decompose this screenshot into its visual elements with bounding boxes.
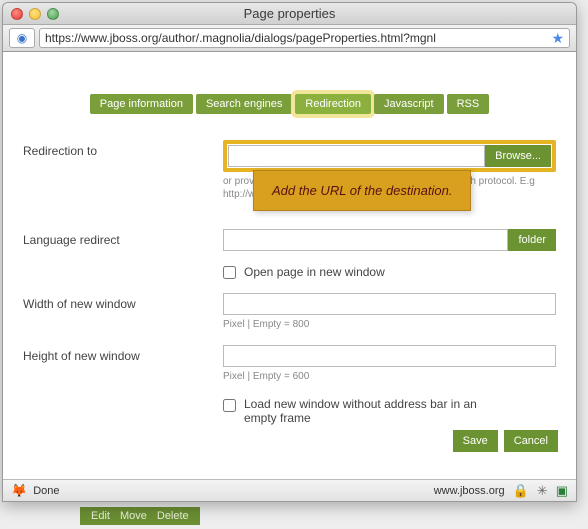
cancel-button[interactable]: Cancel <box>504 430 558 452</box>
folder-button[interactable]: folder <box>508 229 556 251</box>
window-title: Page properties <box>3 6 576 21</box>
titlebar: Page properties <box>3 3 576 25</box>
dialog-window: Page properties ◉ https://www.jboss.org/… <box>2 2 577 502</box>
url-text: https://www.jboss.org/author/.magnolia/d… <box>45 31 547 45</box>
row-no-addressbar: Load new window without address bar in a… <box>23 397 556 425</box>
height-hint: Pixel | Empty = 600 <box>223 370 556 383</box>
tab-redirection[interactable]: Redirection <box>295 94 371 114</box>
background-editor-toolbar: Edit Move Delete <box>80 507 200 525</box>
label-redirection-to: Redirection to <box>23 140 223 158</box>
row-height: Height of new window Pixel | Empty = 600 <box>23 345 556 383</box>
no-addressbar-checkbox[interactable] <box>223 399 236 412</box>
bookmark-star-icon[interactable]: ★ <box>551 30 564 47</box>
row-width: Width of new window Pixel | Empty = 800 <box>23 293 556 331</box>
row-redirection-to: Redirection to Browse... or provide exte… <box>23 140 556 201</box>
language-redirect-input[interactable] <box>223 229 508 251</box>
open-new-window-checkbox[interactable] <box>223 266 236 279</box>
width-input[interactable] <box>223 293 556 315</box>
open-new-window-label: Open page in new window <box>244 265 385 279</box>
no-addressbar-label: Load new window without address bar in a… <box>244 397 504 425</box>
dialog-actions: Save Cancel <box>453 430 558 452</box>
status-domain: www.jboss.org <box>434 485 505 497</box>
url-field[interactable]: https://www.jboss.org/author/.magnolia/d… <box>39 28 570 48</box>
row-language-redirect: Language redirect folder <box>23 229 556 251</box>
row-open-new-window: Open page in new window <box>23 265 556 279</box>
tab-search-engines[interactable]: Search engines <box>196 94 292 114</box>
favicon-box[interactable]: ◉ <box>9 28 35 48</box>
statusbar: 🦊 Done www.jboss.org 🔒 ✳ ▣ <box>3 479 576 501</box>
annotation-callout: Add the URL of the destination. <box>253 170 471 211</box>
tab-strip: Page information Search engines Redirect… <box>3 94 576 114</box>
tab-rss[interactable]: RSS <box>447 94 490 114</box>
bg-delete-button[interactable]: Delete <box>154 510 192 522</box>
lock-icon: 🔒 <box>513 483 529 499</box>
redirection-input[interactable] <box>228 145 485 167</box>
annotation-text: Add the URL of the destination. <box>272 183 452 198</box>
globe-icon: ◉ <box>17 31 27 45</box>
address-bar: ◉ https://www.jboss.org/author/.magnolia… <box>3 25 576 52</box>
firefox-icon: 🦊 <box>11 483 27 499</box>
height-input[interactable] <box>223 345 556 367</box>
dialog-content: Page information Search engines Redirect… <box>3 52 576 482</box>
highlight-redirection-field: Browse... <box>223 140 556 172</box>
tab-page-information[interactable]: Page information <box>90 94 193 114</box>
bg-edit-button[interactable]: Edit <box>88 510 113 522</box>
status-text: Done <box>33 485 59 497</box>
form-area: Redirection to Browse... or provide exte… <box>3 140 576 425</box>
label-width: Width of new window <box>23 293 223 311</box>
bg-move-button[interactable]: Move <box>117 510 150 522</box>
browse-button[interactable]: Browse... <box>485 145 551 167</box>
save-button[interactable]: Save <box>453 430 498 452</box>
tab-javascript[interactable]: Javascript <box>374 94 444 114</box>
extension-icon-1[interactable]: ✳ <box>537 483 548 499</box>
label-language-redirect: Language redirect <box>23 229 223 247</box>
width-hint: Pixel | Empty = 800 <box>223 318 556 331</box>
label-height: Height of new window <box>23 345 223 363</box>
extension-icon-2[interactable]: ▣ <box>556 483 568 499</box>
